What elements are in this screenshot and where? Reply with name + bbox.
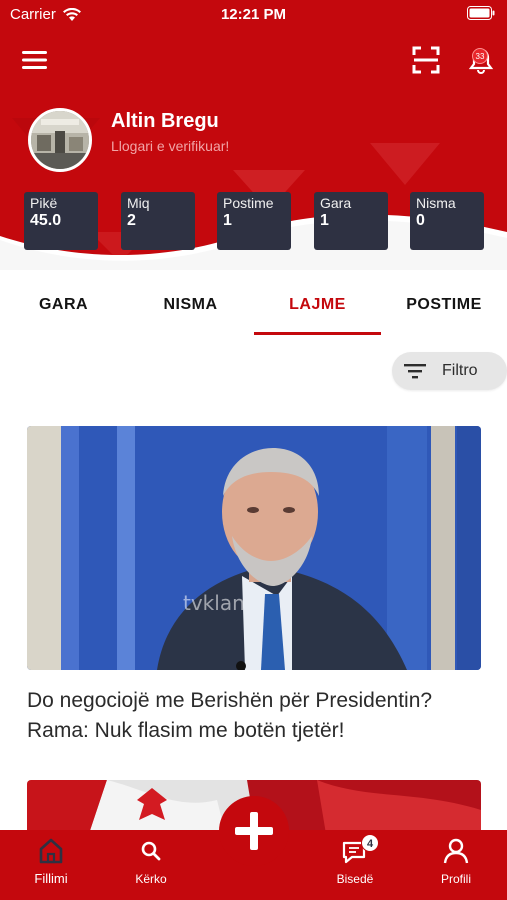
avatar[interactable] [28, 108, 92, 172]
battery-icon [467, 6, 495, 20]
nav-label-chat: Bisedë [336, 872, 374, 886]
stat-label: Miq [127, 195, 150, 211]
home-icon [39, 838, 63, 864]
notification-badge: 33 [472, 48, 488, 64]
news-title[interactable]: Do negociojë me Berishën për Presidentin… [27, 686, 487, 746]
user-icon [443, 838, 469, 864]
nav-label-search: Kërko [135, 872, 167, 886]
filter-button[interactable]: Filtro [392, 352, 507, 390]
stat-value: 2 [127, 212, 136, 229]
profile-name: Altin Bregu [111, 110, 219, 132]
hamburger-icon[interactable] [20, 46, 50, 74]
tab-gara[interactable]: GARA [0, 288, 127, 322]
stat-value: 1 [320, 212, 329, 229]
avatar-image [31, 111, 89, 169]
filter-icon [404, 364, 426, 379]
nav-profile[interactable]: Profili [416, 830, 496, 900]
stat-card-posts[interactable]: Postime 1 [217, 192, 291, 250]
nav-label-profile: Profili [440, 872, 471, 886]
stat-value: 45.0 [30, 212, 62, 229]
tab-nisma[interactable]: NISMA [127, 288, 254, 322]
status-bar: Carrier 12:21 PM [0, 0, 507, 30]
nav-search[interactable]: Kërko [111, 830, 191, 900]
news-image[interactable]: tvklan [27, 426, 481, 670]
stat-card-contests[interactable]: Gara 1 [314, 192, 388, 250]
chat-badge: 4 [361, 834, 379, 852]
stat-card-points[interactable]: Pikë 45.0 [24, 192, 98, 250]
stat-label: Postime [223, 195, 274, 211]
tab-postime[interactable]: POSTIME [381, 288, 507, 322]
stat-label: Pikë [30, 195, 58, 211]
tab-bar: GARA NISMA LAJME POSTIME [0, 288, 507, 338]
nav-home[interactable]: Fillimi [11, 830, 91, 900]
news-photo: tvklan [27, 426, 481, 670]
add-post-button[interactable] [219, 796, 289, 866]
watermark: tvklan [183, 591, 245, 615]
search-icon [141, 841, 161, 861]
profile-subtitle: Llogari e verifikuar! [111, 138, 230, 154]
stat-label: Gara [320, 195, 352, 211]
nav-label-home: Fillimi [34, 871, 68, 886]
filter-label: Filtro [442, 362, 478, 379]
stat-value: 1 [223, 212, 232, 229]
active-tab-indicator [254, 332, 381, 335]
tab-lajme[interactable]: LAJME [254, 288, 381, 322]
nav-chat[interactable]: 4 Bisedë [315, 830, 395, 900]
stat-value: 0 [416, 212, 425, 229]
stat-label: Nisma [416, 195, 456, 211]
qr-scan-icon[interactable] [410, 44, 442, 76]
plus-icon [235, 812, 273, 850]
stat-card-friends[interactable]: Miq 2 [121, 192, 195, 250]
status-time: 12:21 PM [220, 6, 287, 23]
stat-card-initiatives[interactable]: Nisma 0 [410, 192, 484, 250]
